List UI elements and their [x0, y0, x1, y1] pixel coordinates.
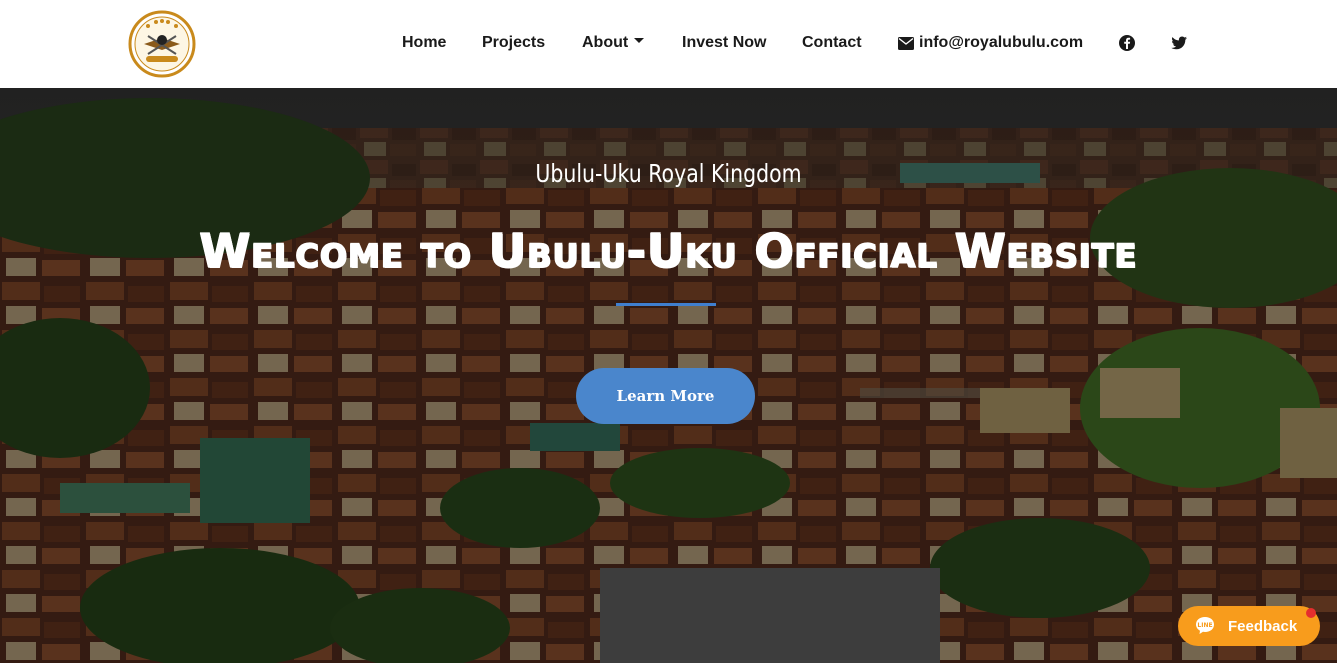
nav-projects[interactable]: Projects — [482, 33, 545, 53]
facebook-icon[interactable] — [1118, 34, 1136, 52]
top-navbar: Home Projects About Invest Now Contact i… — [0, 0, 1337, 88]
nav-about-label: About — [582, 34, 629, 51]
hero-headline: Welcome to Ubulu-Uku Official Website — [199, 223, 1138, 279]
caret-down-icon — [634, 38, 645, 44]
feedback-label: Feedback — [1228, 617, 1298, 635]
notification-dot — [1306, 608, 1316, 618]
chat-bubble-icon: LINE — [1196, 617, 1214, 634]
nav-contact[interactable]: Contact — [802, 33, 862, 53]
royal-crest-logo[interactable] — [128, 10, 196, 78]
svg-text:LINE: LINE — [1197, 622, 1212, 629]
nav-about-dropdown[interactable]: About — [582, 33, 645, 53]
twitter-icon[interactable] — [1170, 34, 1188, 52]
hero-subtitle: Ubulu-Uku Royal Kingdom — [535, 159, 802, 188]
feedback-button[interactable]: LINE Feedback — [1178, 606, 1320, 646]
nav-home[interactable]: Home — [402, 33, 446, 53]
nav-invest-now[interactable]: Invest Now — [682, 33, 766, 53]
learn-more-button[interactable]: Learn More — [576, 368, 755, 424]
email-text: info@royalubulu.com — [919, 34, 1084, 51]
hero-divider — [616, 303, 716, 306]
envelope-icon — [898, 36, 914, 50]
hero-banner: Ubulu-Uku Royal Kingdom Welcome to Ubulu… — [0, 88, 1337, 663]
nav-email-link[interactable]: info@royalubulu.com — [898, 33, 1083, 53]
